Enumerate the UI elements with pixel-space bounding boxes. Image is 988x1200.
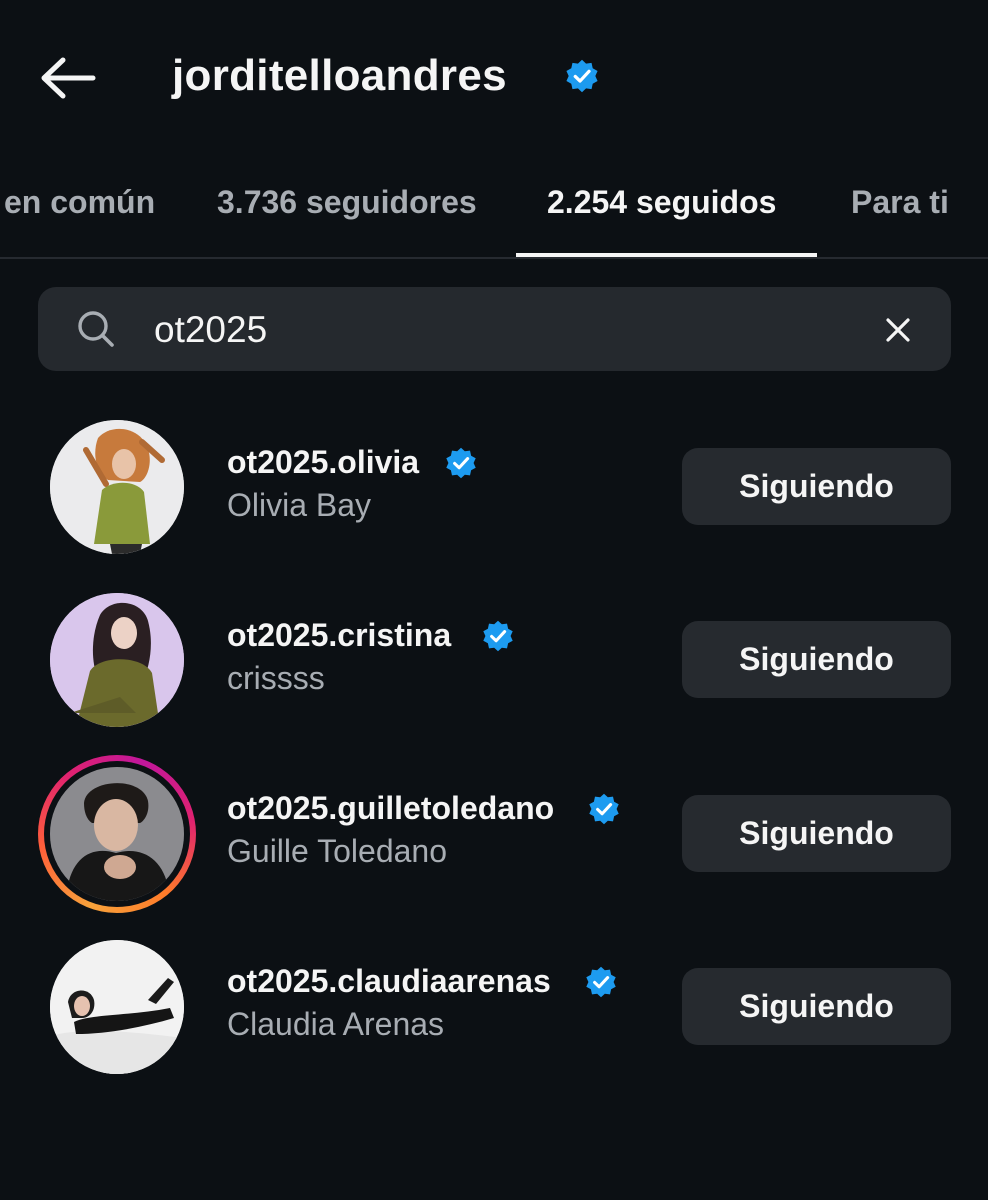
list-item[interactable]: ot2025.cristina crissss Siguiendo: [0, 585, 988, 735]
list-item[interactable]: ot2025.olivia Olivia Bay Siguiendo: [0, 412, 988, 562]
verified-badge-icon: [446, 447, 476, 479]
username[interactable]: ot2025.cristina: [227, 615, 451, 655]
full-name: Olivia Bay: [227, 487, 372, 523]
tab-following[interactable]: 2.254 seguidos: [547, 180, 776, 224]
arrow-left-icon: [41, 57, 96, 99]
search-icon: [78, 311, 114, 347]
tabs-divider: [0, 257, 988, 259]
tab-followers[interactable]: 3.736 seguidores: [217, 180, 477, 224]
verified-badge-icon: [483, 620, 513, 652]
tab-bar: en común 3.736 seguidores 2.254 seguidos…: [0, 160, 988, 260]
list-item[interactable]: ot2025.claudiaarenas Claudia Arenas Sigu…: [0, 931, 988, 1081]
avatar[interactable]: [50, 767, 184, 901]
tab-for-you[interactable]: Para ti: [851, 180, 949, 224]
avatar[interactable]: [50, 940, 184, 1074]
profile-username-title: jorditelloandres: [172, 51, 507, 100]
full-name: crissss: [227, 660, 325, 696]
list-item[interactable]: ot2025.guilletoledano Guille Toledano Si…: [0, 755, 988, 913]
username[interactable]: ot2025.guilletoledano: [227, 788, 554, 828]
verified-badge-icon: [586, 966, 616, 998]
following-page: jorditelloandres en común 3.736 seguidor…: [0, 0, 988, 1200]
tab-mutual[interactable]: en común: [4, 180, 155, 224]
full-name: Guille Toledano: [227, 833, 448, 869]
following-button[interactable]: Siguiendo: [682, 795, 951, 872]
following-button[interactable]: Siguiendo: [682, 448, 951, 525]
full-name: Claudia Arenas: [227, 1006, 445, 1042]
verified-badge-icon: [589, 793, 619, 825]
close-icon[interactable]: [880, 312, 916, 348]
following-button[interactable]: Siguiendo: [682, 968, 951, 1045]
username[interactable]: ot2025.olivia: [227, 442, 419, 482]
avatar[interactable]: [50, 593, 184, 727]
back-button[interactable]: [36, 50, 100, 106]
following-button[interactable]: Siguiendo: [682, 621, 951, 698]
username[interactable]: ot2025.claudiaarenas: [227, 961, 551, 1001]
header: jorditelloandres: [0, 0, 988, 150]
search-input[interactable]: [154, 305, 834, 355]
verified-badge-icon: [566, 59, 598, 93]
avatar[interactable]: [50, 420, 184, 554]
